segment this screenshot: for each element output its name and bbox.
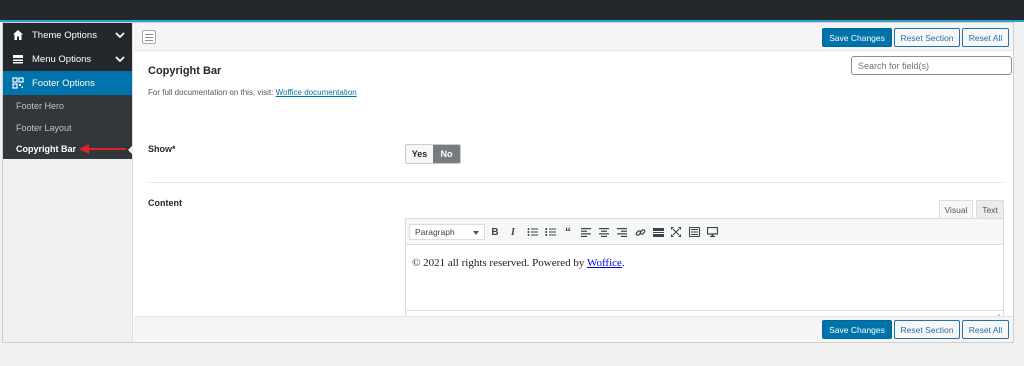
reset-section-button[interactable]: Reset Section (894, 28, 960, 47)
align-left-icon[interactable] (578, 224, 594, 240)
options-sidebar: Theme Options Menu Options Footer Option… (3, 23, 133, 342)
submenu-item-footer-layout[interactable]: Footer Layout (3, 117, 132, 139)
admin-top-bar (0, 0, 1024, 20)
qr-grid-icon (11, 76, 25, 90)
italic-icon[interactable]: I (505, 224, 521, 240)
editor-toolbar: Paragraph B I “ (406, 219, 1003, 245)
reset-all-button[interactable]: Reset All (962, 28, 1009, 47)
chevron-down-icon[interactable] (114, 29, 126, 41)
options-toolbar-bottom: Save Changes Reset Section Reset All (134, 316, 1013, 342)
sidebar-item-label: Footer Options (32, 77, 95, 89)
monitor-icon[interactable] (704, 224, 720, 240)
reset-all-button-bottom[interactable]: Reset All (962, 320, 1009, 339)
editor-text: © 2021 all rights reserved. Powered by (412, 257, 587, 269)
format-select[interactable]: Paragraph (409, 224, 485, 240)
dropdown-arrow-icon (473, 231, 479, 235)
reset-section-button-bottom[interactable]: Reset Section (894, 320, 960, 339)
annotation-arrow-icon (79, 144, 126, 154)
content-editor: Paragraph B I “ © 2021 all rights reserv… (405, 218, 1004, 323)
sidebar-item-footer-options[interactable]: Footer Options (3, 71, 132, 95)
tab-visual[interactable]: Visual (939, 200, 973, 219)
submenu-item-label: Footer Layout (16, 123, 72, 133)
link-icon[interactable] (632, 224, 648, 240)
toggle-no-option[interactable]: No (433, 145, 460, 163)
home-icon (11, 28, 25, 42)
current-item-notch (128, 145, 133, 155)
bold-icon[interactable]: B (487, 224, 503, 240)
sidebar-item-menu-options[interactable]: Menu Options (3, 47, 132, 71)
woffice-link[interactable]: Woffice (587, 257, 622, 269)
editor-content[interactable]: © 2021 all rights reserved. Powered by W… (412, 257, 625, 269)
align-center-icon[interactable] (596, 224, 612, 240)
layout-toggle-icon[interactable] (142, 30, 156, 44)
documentation-link[interactable]: Woffice documentation (276, 88, 357, 97)
tab-text[interactable]: Text (976, 200, 1004, 219)
save-changes-button-bottom[interactable]: Save Changes (822, 320, 892, 339)
submenu-item-label: Footer Hero (16, 101, 65, 111)
documentation-note: For full documentation on this, visit: W… (148, 88, 357, 97)
documentation-prefix: For full documentation on this, visit: (148, 88, 274, 97)
format-select-value: Paragraph (415, 227, 455, 237)
show-field-label: Show* (148, 144, 176, 154)
editor-text-end: . (621, 257, 625, 269)
read-more-icon[interactable] (650, 224, 666, 240)
numbered-list-icon[interactable] (542, 224, 558, 240)
align-right-icon[interactable] (614, 224, 630, 240)
options-panel: Theme Options Menu Options Footer Option… (2, 22, 1014, 343)
submenu-item-label: Copyright Bar (16, 144, 77, 154)
chevron-down-icon[interactable] (114, 53, 126, 65)
blockquote-icon[interactable]: “ (560, 224, 576, 240)
sidebar-item-label: Menu Options (32, 53, 92, 65)
toolbar-toggle-icon[interactable] (686, 224, 702, 240)
options-toolbar-top: Save Changes Reset Section Reset All (134, 23, 1013, 51)
page-title: Copyright Bar (148, 65, 222, 77)
save-changes-button[interactable]: Save Changes (822, 28, 892, 47)
fullscreen-icon[interactable] (668, 224, 684, 240)
sidebar-item-theme-options[interactable]: Theme Options (3, 23, 132, 47)
content-field-label: Content (148, 198, 182, 208)
show-toggle[interactable]: Yes No (405, 144, 461, 164)
sidebar-item-label: Theme Options (32, 29, 97, 41)
toggle-yes-option[interactable]: Yes (406, 145, 433, 163)
submenu-item-footer-hero[interactable]: Footer Hero (3, 95, 132, 117)
field-divider (148, 182, 1003, 183)
section-content: Copyright Bar For full documentation on … (134, 52, 1013, 323)
bullet-list-icon[interactable] (524, 224, 540, 240)
menu-icon (11, 52, 25, 66)
search-input[interactable] (851, 56, 1012, 75)
sidebar-menu: Theme Options Menu Options Footer Option… (3, 23, 133, 159)
